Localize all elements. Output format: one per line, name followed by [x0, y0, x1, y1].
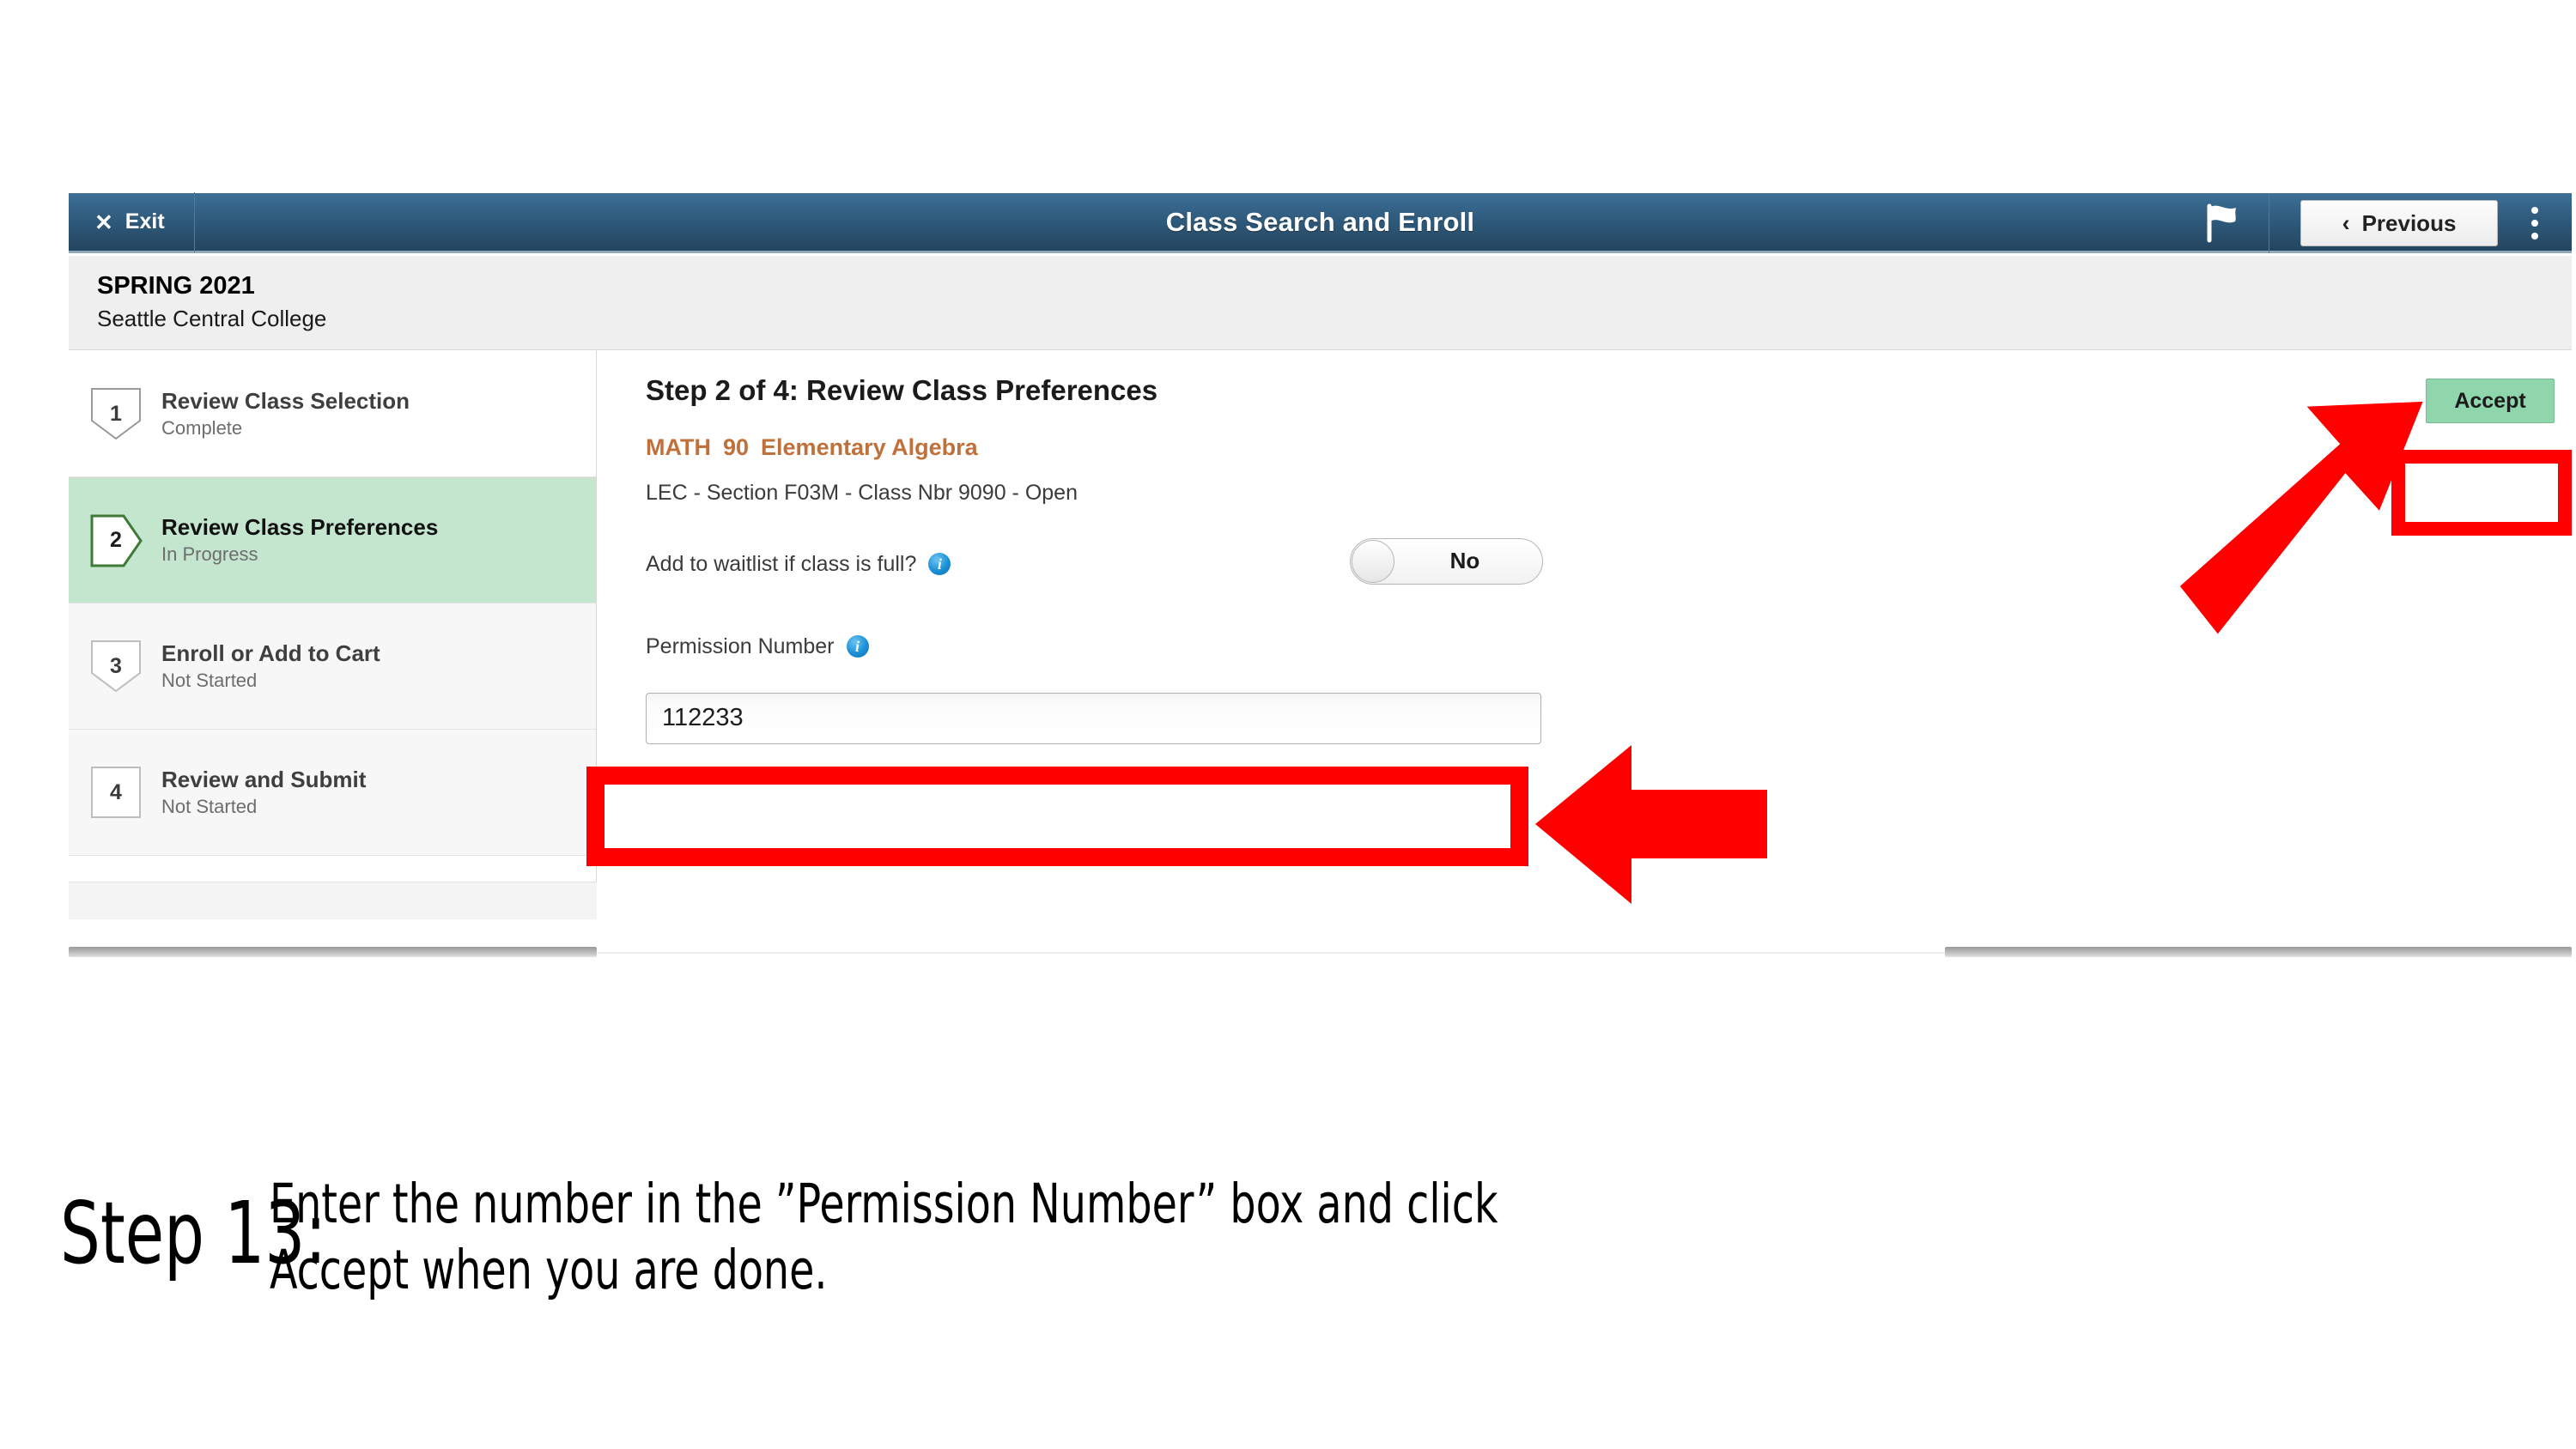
kebab-menu-icon[interactable] [2498, 193, 2572, 253]
step-badge-2: 2 [89, 513, 143, 568]
step-name: Review Class Selection [161, 387, 410, 414]
kebab-dot [2531, 233, 2538, 239]
permission-label: Permission Number [646, 634, 835, 658]
step-name: Review Class Preferences [161, 514, 439, 541]
app-header: ✕ Exit Class Search and Enroll ‹ Previou… [69, 191, 2572, 253]
sidebar-item-enroll-or-add-to-cart[interactable]: 3 Enroll or Add to Cart Not Started [69, 603, 596, 730]
waitlist-toggle-value: No [1449, 548, 1480, 574]
institution-name: Seattle Central College [97, 305, 327, 331]
step-status: Not Started [161, 795, 258, 817]
permission-input-wrap [646, 692, 1541, 744]
course-subject: MATH [646, 433, 711, 460]
sidebar-item-review-class-selection[interactable]: 1 Review Class Selection Complete [69, 351, 596, 477]
body-area: 1 Review Class Selection Complete 2 Revi… [69, 351, 2572, 957]
previous-button[interactable]: ‹ Previous [2300, 200, 2498, 246]
sidebar-item-review-and-submit[interactable]: 4 Review and Submit Not Started [69, 730, 596, 856]
sidebar-footer [69, 882, 597, 919]
waitlist-label-group: Add to waitlist if class is full? i [646, 540, 2572, 588]
step-number: 4 [110, 779, 122, 804]
step-number: 1 [110, 401, 122, 426]
step-badge-3: 3 [89, 639, 143, 694]
sidebar-horizontal-scrollbar[interactable] [69, 947, 597, 957]
step-status: Complete [161, 416, 243, 439]
step-name: Review and Submit [161, 766, 367, 792]
step-status: In Progress [161, 543, 258, 566]
course-line: MATH 90 Elementary Algebra [646, 433, 2572, 461]
step-number: 2 [110, 528, 122, 552]
term-band: SPRING 2021 Seattle Central College [69, 256, 2572, 350]
permission-info-icon[interactable]: i [846, 634, 869, 658]
waitlist-info-icon[interactable]: i [928, 552, 951, 575]
step-number: 3 [110, 653, 122, 678]
permission-label-group: Permission Number i [646, 622, 2572, 670]
section-heading: Step 2 of 4: Review Class Preferences [646, 374, 1158, 406]
permission-field-row: Permission Number i [646, 622, 2572, 670]
term-name: SPRING 2021 [97, 272, 255, 300]
header-right-controls: ‹ Previous [2175, 193, 2572, 253]
step-badge-4: 4 [89, 765, 143, 820]
step-text: Enroll or Add to Cart Not Started [161, 640, 380, 692]
scrollbar-track [598, 952, 1945, 954]
previous-label: Previous [2361, 209, 2457, 236]
step-badge-1: 1 [89, 386, 143, 441]
main-content: Step 2 of 4: Review Class Preferences MA… [598, 351, 2572, 919]
toggle-knob [1352, 539, 1394, 583]
kebab-dot [2531, 207, 2538, 214]
permission-number-input[interactable] [646, 692, 1541, 744]
caption-line-1: Enter the number in the ”Permission Numb… [270, 1173, 1498, 1235]
step-text: Review and Submit Not Started [161, 767, 366, 818]
peoplesoft-screenshot: ✕ Exit Class Search and Enroll ‹ Previou… [69, 191, 2572, 957]
caption-body: Enter the number in the ”Permission Numb… [270, 1172, 1498, 1304]
course-title: Elementary Algebra [761, 433, 978, 460]
exit-label: Exit [125, 209, 165, 233]
class-section-details: LEC - Section F03M - Class Nbr 9090 - Op… [646, 480, 1078, 505]
caption-line-2: Accept when you are done. [270, 1238, 828, 1301]
chevron-left-icon: ‹ [2342, 209, 2350, 236]
step-text: Review Class Selection Complete [161, 387, 410, 440]
waitlist-field-row: Add to waitlist if class is full? i No [646, 537, 2572, 588]
slide-caption: Step 13: Enter the number in the ”Permis… [60, 1172, 2516, 1304]
accept-button[interactable]: Accept [2426, 379, 2555, 423]
content-horizontal-scrollbar[interactable] [1945, 947, 2572, 957]
close-x-icon: ✕ [94, 209, 113, 235]
step-text: Review Class Preferences In Progress [161, 515, 438, 566]
course-number: 90 [722, 433, 750, 460]
flag-icon[interactable] [2175, 193, 2269, 253]
steps-sidebar: 1 Review Class Selection Complete 2 Revi… [69, 351, 597, 919]
kebab-dot [2531, 220, 2538, 227]
waitlist-toggle[interactable]: No [1350, 537, 1543, 585]
sidebar-item-review-class-preferences[interactable]: 2 Review Class Preferences In Progress [69, 477, 596, 603]
exit-button[interactable]: ✕ Exit [69, 191, 195, 252]
step-name: Enroll or Add to Cart [161, 640, 380, 666]
step-status: Not Started [161, 669, 258, 691]
waitlist-label: Add to waitlist if class is full? [646, 551, 917, 576]
slide-canvas: ✕ Exit Class Search and Enroll ‹ Previou… [0, 0, 2576, 1449]
